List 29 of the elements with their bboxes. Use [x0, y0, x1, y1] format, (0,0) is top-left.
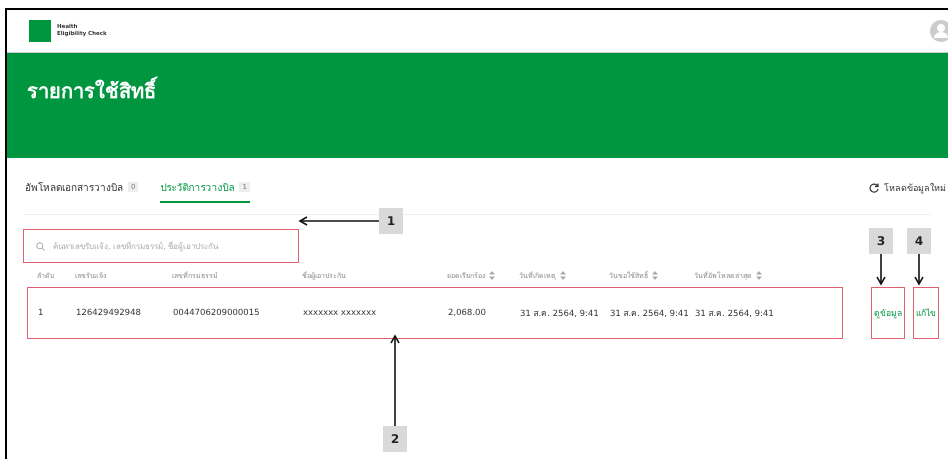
callout-number: 4: [907, 228, 931, 254]
table-cell-text: 31 ส.ค. 2564, 9:41: [695, 308, 775, 320]
search-field[interactable]: ค้นหาเลขรับแจ้ง, เลขที่กรมธรรม์, ชื่อผู้เอาประกัน: [23, 229, 299, 263]
table-cell-text: 31 ส.ค. 2564, 9:41: [520, 308, 600, 320]
table-cell-text: 0044706209000015: [173, 308, 261, 318]
sort-icon[interactable]: [489, 270, 495, 280]
logo-icon: [29, 20, 51, 42]
callout-number: 3: [869, 228, 893, 254]
table-cell-text: 1: [38, 308, 44, 318]
refresh-button[interactable]: โหลดข้อมูลใหม่: [869, 181, 946, 195]
action-link[interactable]: แก้ไข: [913, 287, 939, 339]
callout-arrow: [914, 254, 924, 286]
table-cell-text: 31 ส.ค. 2564, 9:41: [610, 308, 690, 320]
table-cell-text: 2,068.00: [448, 308, 487, 318]
search-input[interactable]: ค้นหาเลขรับแจ้ง, เลขที่กรมธรรม์, ชื่อผู้เอาประกัน: [51, 240, 286, 252]
sort-icon[interactable]: [652, 270, 658, 280]
sort-icon[interactable]: [756, 270, 762, 280]
action-link[interactable]: ดูข้อมูล: [871, 287, 905, 339]
user-avatar-icon[interactable]: [930, 20, 948, 42]
page-title: รายการใช้สิทธิ์: [27, 75, 156, 107]
sort-icon[interactable]: [560, 270, 566, 280]
refresh-icon: [869, 183, 879, 193]
callout-arrow: [876, 254, 886, 286]
table-cell-text: 126429492948: [76, 308, 142, 318]
table-row[interactable]: 1 126429492948 0044706209000015 xxxxxxx xxxxxxx 2,068.00 31 ส.ค. 2564, 9:41 31 ส.ค. 2564, 9:41 31 ส.ค. 2564, 9:41: [27, 287, 843, 339]
callout-number: 2: [383, 426, 407, 452]
search-icon: [36, 242, 45, 250]
table-cell-text: xxxxxxx xxxxxxx: [303, 308, 378, 318]
callout-number: 1: [379, 208, 403, 234]
